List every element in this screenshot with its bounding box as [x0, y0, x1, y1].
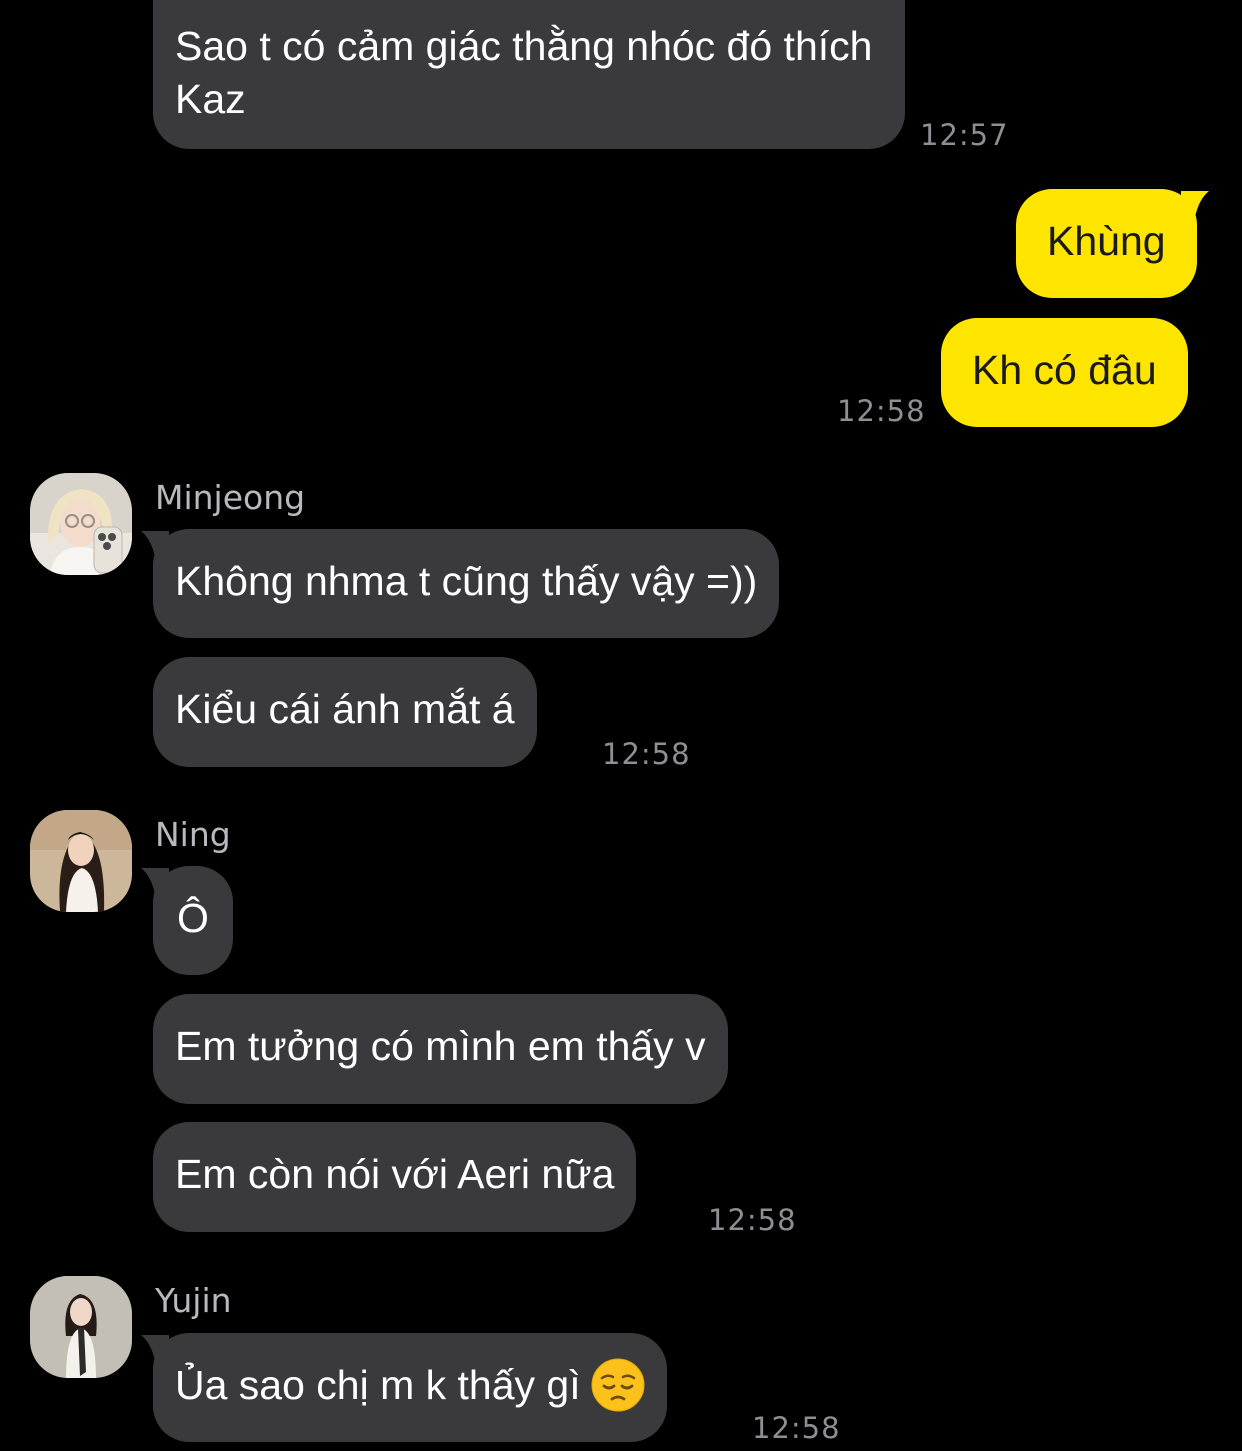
message-timestamp: 12:58	[602, 737, 691, 771]
message-text: Khùng	[1047, 218, 1166, 264]
message-timestamp: 12:58	[837, 394, 926, 428]
bubble-tail	[141, 1335, 169, 1361]
bubble-tail	[141, 531, 169, 557]
message-bubble[interactable]: Ủa sao chị m k thấy gì	[141, 1333, 667, 1442]
message-text: Em tưởng có mình em thấy v	[175, 1023, 706, 1069]
sender-name: Ning	[155, 815, 231, 854]
message-bubble[interactable]: Kiểu cái ánh mắt á	[153, 657, 537, 767]
sender-name: Yujin	[155, 1281, 232, 1320]
bubble-tail	[141, 868, 169, 894]
message-bubble[interactable]: Ô	[141, 866, 233, 975]
message-text: Ô	[177, 895, 209, 941]
message-text: Kh có đâu	[972, 347, 1157, 393]
message-bubble[interactable]: Không nhma t cũng thấy vậy =))	[141, 529, 780, 638]
message-bubble[interactable]: Kh có đâu	[941, 318, 1188, 427]
avatar-yujin[interactable]	[30, 1276, 132, 1378]
message-timestamp: 12:57	[920, 118, 1009, 152]
bubble-tail	[1180, 191, 1209, 217]
pensive-face-icon	[591, 1358, 645, 1412]
avatar-ning[interactable]	[30, 810, 132, 912]
message-timestamp: 12:58	[708, 1203, 797, 1237]
profile-photo	[30, 810, 132, 912]
message-text: Sao t có cảm giác thằng nhóc đó thích Ka…	[175, 23, 873, 122]
sender-name: Minjeong	[155, 478, 306, 517]
message-text: Kiểu cái ánh mắt á	[175, 686, 515, 732]
message-bubble[interactable]: Em tưởng có mình em thấy v	[153, 994, 728, 1104]
profile-photo	[30, 1276, 132, 1378]
chat-thread[interactable]: Sao t có cảm giác thằng nhóc đó thích Ka…	[0, 0, 1242, 1451]
avatar-minjeong[interactable]	[30, 473, 132, 575]
message-bubble[interactable]: Sao t có cảm giác thằng nhóc đó thích Ka…	[153, 0, 905, 149]
message-text: Em còn nói với Aeri nữa	[175, 1151, 615, 1197]
message-timestamp: 12:58	[752, 1411, 841, 1445]
message-bubble[interactable]: Khùng	[1016, 189, 1209, 298]
message-text: Ủa sao chị m k thấy gì	[175, 1362, 581, 1408]
message-bubble[interactable]: Em còn nói với Aeri nữa	[153, 1122, 637, 1232]
message-text: Không nhma t cũng thấy vậy =))	[175, 558, 758, 604]
profile-photo	[30, 473, 132, 575]
